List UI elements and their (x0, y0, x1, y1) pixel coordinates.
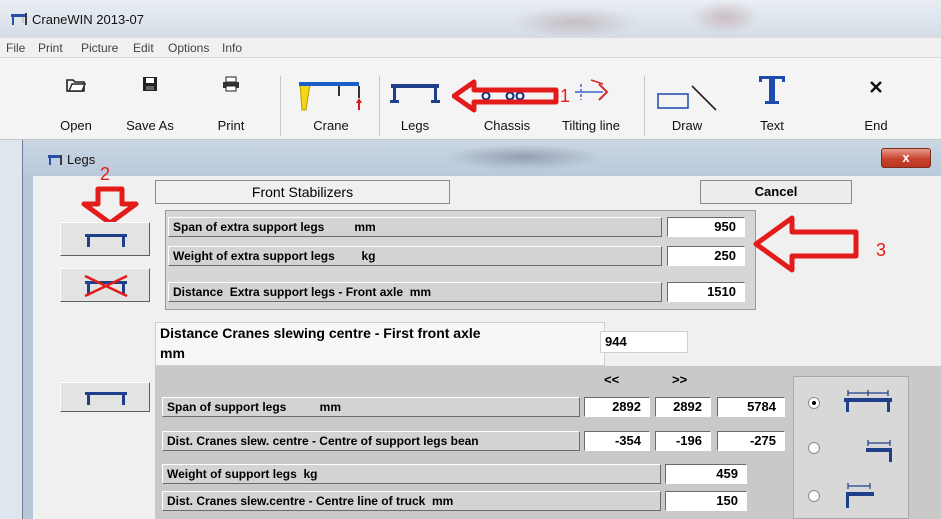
open-label: Open (60, 118, 92, 133)
toolbar-separator (379, 76, 380, 136)
dialog-title-bar: Legs x (23, 140, 941, 176)
text-icon (759, 76, 785, 104)
legs-button[interactable]: Legs (384, 58, 446, 138)
support-legs-span-total-input[interactable]: 5784 (717, 397, 785, 417)
slewing-centre-label-line1: Distance Cranes slewing centre - First f… (160, 325, 481, 341)
screen-glare (443, 144, 603, 170)
draw-label: Draw (671, 118, 703, 133)
slewing-centre-input[interactable]: 944 (600, 331, 688, 353)
slewing-centre-box: Distance Cranes slewing centre - First f… (155, 322, 605, 366)
annotation-number-3: 3 (876, 240, 887, 260)
truck-centre-line-distance-label: Dist. Cranes slew.centre - Centre line o… (162, 491, 661, 511)
support-legs-span-right-input[interactable]: 2892 (655, 397, 711, 417)
menu-info[interactable]: Info (222, 41, 242, 55)
support-legs-weight-label: Weight of support legs kg (162, 464, 661, 484)
leg-type-radio-short[interactable] (808, 490, 820, 502)
menu-picture[interactable]: Picture (81, 41, 118, 55)
print-button[interactable]: Print (206, 58, 256, 138)
legs-icon (85, 234, 127, 247)
screen-glare (510, 6, 640, 38)
support-legs-span-left-input[interactable]: 2892 (584, 397, 650, 417)
tilting-line-label: Tilting line (561, 118, 621, 133)
extra-legs-enable-button[interactable] (60, 222, 150, 256)
close-x-icon (870, 81, 882, 93)
legs-icon (85, 392, 127, 405)
crane-app-icon (11, 13, 27, 25)
extra-legs-weight-input[interactable]: 250 (667, 246, 745, 266)
printer-icon (223, 76, 239, 92)
app-title-bar: CraneWIN 2013-07 (0, 0, 941, 38)
short-leg-icon (846, 483, 874, 508)
menu-print[interactable]: Print (38, 41, 63, 55)
floppy-disk-icon (143, 77, 157, 91)
end-button[interactable]: End (846, 58, 906, 138)
slewing-centre-label-line2: mm (160, 345, 185, 361)
menu-bar: File Print Picture Edit Options Info (0, 38, 941, 58)
support-legs-button[interactable] (60, 382, 150, 412)
tilting-line-icon (575, 79, 609, 101)
save-as-label: Save As (126, 118, 174, 133)
annotation-number-1: 1 (560, 86, 571, 106)
menu-edit[interactable]: Edit (133, 41, 154, 55)
app-title: CraneWIN 2013-07 (32, 12, 144, 27)
tab-front-stabilizers[interactable]: Front Stabilizers (155, 180, 450, 204)
left-side-column-header: << (604, 372, 620, 387)
crane-app-icon (48, 155, 62, 165)
crane-icon (299, 82, 362, 111)
leg-type-radio-one-side[interactable] (808, 442, 820, 454)
save-as-button[interactable]: Save As (120, 58, 180, 138)
extra-legs-span-input[interactable]: 950 (667, 217, 745, 237)
menu-options[interactable]: Options (168, 41, 209, 55)
legs-icon (390, 84, 440, 103)
text-button[interactable]: Text (742, 58, 802, 138)
open-folder-icon (66, 79, 86, 92)
support-legs-beam-left-input[interactable]: -354 (584, 431, 650, 451)
cancel-button[interactable]: Cancel (700, 180, 852, 204)
extra-legs-distance-label: Distance Extra support legs - Front axle… (168, 282, 662, 302)
support-legs-beam-mean-input[interactable]: -275 (717, 431, 785, 451)
chassis-label: Chassis (483, 118, 531, 133)
annotation-arrow-3 (753, 215, 859, 273)
draw-button[interactable]: Draw (654, 58, 720, 138)
legs-label: Legs (400, 118, 430, 133)
extra-legs-disable-button[interactable] (60, 268, 150, 302)
support-legs-span-label: Span of support legs mm (162, 397, 580, 417)
annotation-number-2: 2 (100, 164, 111, 184)
toolbar: Open Save As Print Crane Legs Chassis Ti… (0, 58, 941, 140)
annotation-arrow-1 (452, 79, 559, 113)
menu-file[interactable]: File (6, 41, 25, 55)
dialog-title: Legs (67, 152, 96, 167)
support-legs-beam-distance-label: Dist. Cranes slew. centre - Centre of su… (162, 431, 580, 451)
crane-button[interactable]: Crane (290, 58, 372, 138)
both-side-legs-icon (844, 390, 892, 412)
toolbar-separator (644, 76, 645, 136)
right-side-column-header: >> (672, 372, 688, 387)
extra-legs-distance-input[interactable]: 1510 (667, 282, 745, 302)
one-side-leg-icon (866, 440, 892, 462)
extra-legs-span-label: Span of extra support legs mm (168, 217, 662, 237)
end-label: End (864, 118, 888, 133)
toolbar-separator (280, 76, 281, 136)
dialog-close-button[interactable]: x (881, 148, 931, 168)
truck-centre-line-distance-input[interactable]: 150 (665, 491, 747, 511)
support-legs-weight-input[interactable]: 459 (665, 464, 747, 484)
legs-removed-icon (84, 274, 128, 298)
print-label: Print (217, 118, 245, 133)
screen-glare (690, 0, 760, 34)
text-label: Text (760, 118, 784, 133)
draw-icon (657, 85, 717, 111)
annotation-arrow-2 (81, 186, 139, 226)
crane-label: Crane (313, 118, 349, 133)
leg-type-radio-both-sides[interactable] (808, 397, 820, 409)
open-button[interactable]: Open (48, 58, 104, 138)
extra-legs-weight-label: Weight of extra support legs kg (168, 246, 662, 266)
support-legs-beam-right-input[interactable]: -196 (655, 431, 711, 451)
